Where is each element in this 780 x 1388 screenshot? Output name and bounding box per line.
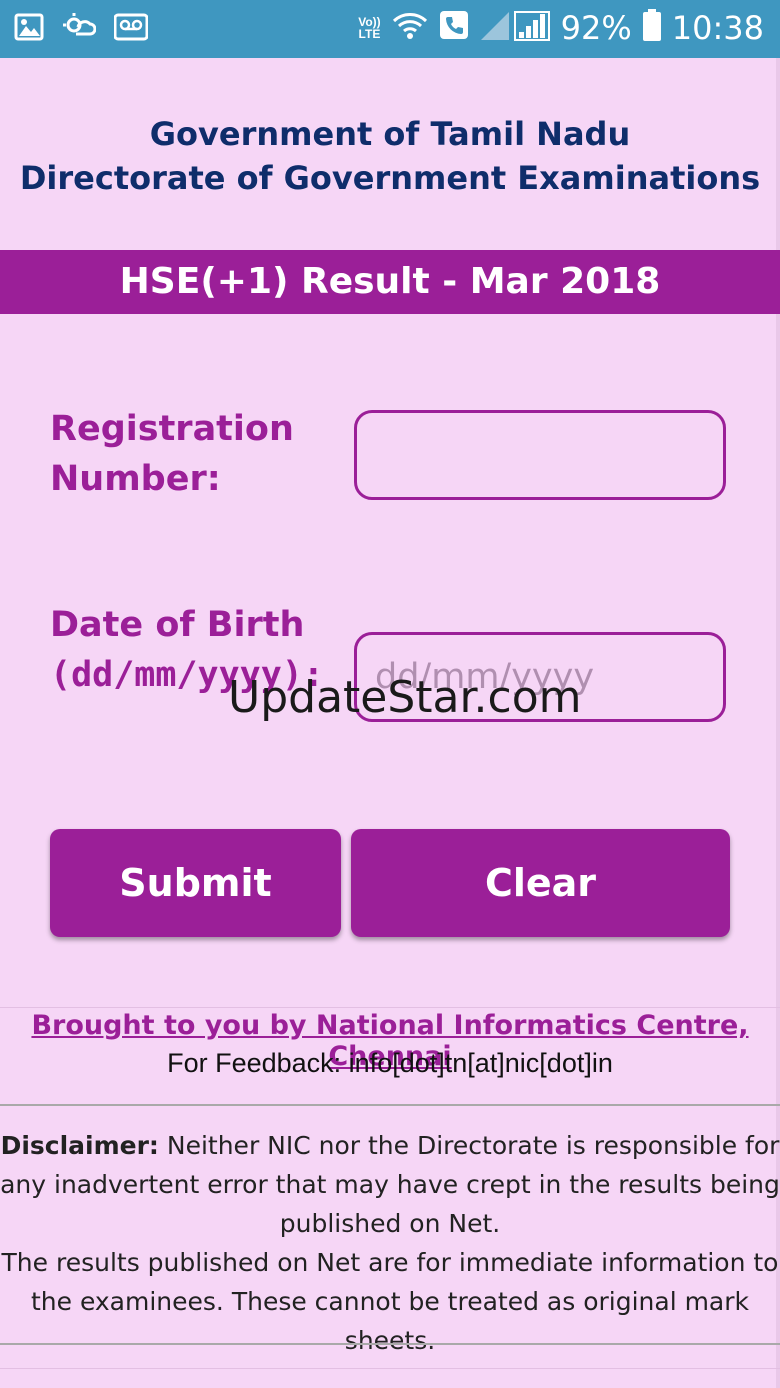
volte-bottom-text: LTE xyxy=(358,26,381,41)
submit-button[interactable]: Submit xyxy=(50,829,341,937)
clear-button[interactable]: Clear xyxy=(351,829,730,937)
status-bar: Vo)) LTE 92% 10:38 xyxy=(0,0,780,58)
weather-icon xyxy=(62,12,97,47)
battery-percent: 92% xyxy=(560,8,632,47)
divider xyxy=(0,1007,780,1008)
feedback-text: For Feedback: info[dot]tn[at]nic[dot]in xyxy=(167,1048,613,1078)
battery-icon xyxy=(642,8,662,47)
registration-label-line-1: Registration xyxy=(50,409,294,449)
call-icon xyxy=(439,9,469,46)
divider xyxy=(0,1104,780,1106)
disclaimer-paragraph-1: Disclaimer: Neither NIC nor the Director… xyxy=(0,1126,780,1243)
page-title: HSE(+1) Result - Mar 2018 xyxy=(0,250,780,314)
dob-label-line-2: (dd/mm/yyyy): xyxy=(50,655,324,695)
header-line-2: Directorate of Government Examinations xyxy=(19,159,761,197)
image-icon xyxy=(14,12,44,47)
registration-number-input[interactable] xyxy=(354,410,726,500)
disclaimer-label: Disclaimer: xyxy=(0,1131,159,1160)
registration-label-line-2: Number: xyxy=(50,459,221,499)
volte-top-text: Vo)) xyxy=(358,14,381,29)
divider xyxy=(0,1343,780,1345)
volte-icon: Vo)) LTE xyxy=(358,16,380,40)
wifi-icon xyxy=(391,9,429,46)
header-line-1: Government of Tamil Nadu xyxy=(149,115,631,153)
voicemail-icon xyxy=(113,12,149,47)
registration-label: Registration Number: xyxy=(50,404,294,504)
signal-icon xyxy=(479,8,551,47)
disclaimer: Disclaimer: Neither NIC nor the Director… xyxy=(0,1126,780,1360)
dob-label-line-1: Date of Birth xyxy=(50,605,305,645)
dob-label: Date of Birth (dd/mm/yyyy): xyxy=(50,600,324,700)
clock: 10:38 xyxy=(671,8,764,47)
divider xyxy=(0,1368,780,1369)
date-of-birth-input[interactable] xyxy=(354,632,726,722)
page-header: Government of Tamil Nadu Directorate of … xyxy=(0,112,780,200)
